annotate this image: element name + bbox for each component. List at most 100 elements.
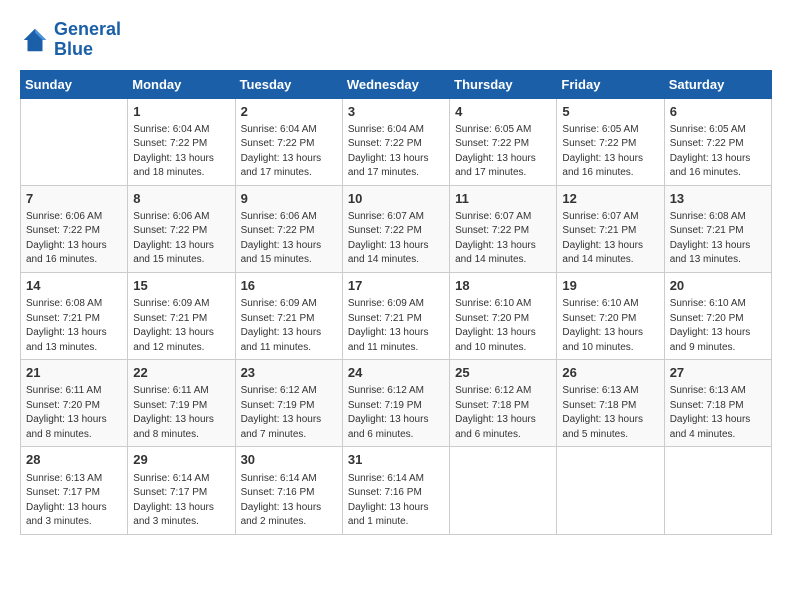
sunset-text: Sunset: 7:22 PM [241,224,337,239]
calendar-cell: 21 Sunrise: 6:11 AMSunset: 7:20 PMDayligh… [21,360,128,447]
cell-content: Sunrise: 6:09 AMSunset: 7:21 PMDaylight:… [133,297,229,355]
cell-content: Sunrise: 6:13 AMSunset: 7:18 PMDaylight:… [670,384,766,442]
sunrise-text: Sunrise: 6:06 AM [241,210,337,225]
cell-content: Sunrise: 6:10 AMSunset: 7:20 PMDaylight:… [670,297,766,355]
day-number: 21 [26,364,122,382]
day-number: 7 [26,190,122,208]
cell-content: Sunrise: 6:09 AMSunset: 7:21 PMDaylight:… [241,297,337,355]
sunrise-text: Sunrise: 6:12 AM [241,384,337,399]
daylight-text: Daylight: 13 hours and 17 minutes. [241,152,337,181]
sunset-text: Sunset: 7:19 PM [133,399,229,414]
sunrise-text: Sunrise: 6:10 AM [670,297,766,312]
day-number: 26 [562,364,658,382]
logo-text: General Blue [54,20,121,60]
cell-content: Sunrise: 6:12 AMSunset: 7:19 PMDaylight:… [241,384,337,442]
cell-content: Sunrise: 6:07 AMSunset: 7:22 PMDaylight:… [348,210,444,268]
sunrise-text: Sunrise: 6:13 AM [562,384,658,399]
sunrise-text: Sunrise: 6:06 AM [133,210,229,225]
sunset-text: Sunset: 7:17 PM [26,486,122,501]
daylight-text: Daylight: 13 hours and 3 minutes. [26,501,122,530]
day-number: 4 [455,103,551,121]
day-number: 14 [26,277,122,295]
cell-content: Sunrise: 6:06 AMSunset: 7:22 PMDaylight:… [26,210,122,268]
sunrise-text: Sunrise: 6:05 AM [670,123,766,138]
daylight-text: Daylight: 13 hours and 16 minutes. [562,152,658,181]
sunset-text: Sunset: 7:22 PM [455,137,551,152]
calendar-cell: 12Sunrise: 6:07 AMSunset: 7:21 PMDayligh… [557,185,664,272]
sunrise-text: Sunrise: 6:08 AM [670,210,766,225]
cell-content: Sunrise: 6:04 AMSunset: 7:22 PMDaylight:… [348,123,444,181]
calendar-cell: 1 Sunrise: 6:04 AMSunset: 7:22 PMDaylight… [128,98,235,185]
sunset-text: Sunset: 7:22 PM [455,224,551,239]
calendar-cell: 7 Sunrise: 6:06 AMSunset: 7:22 PMDaylight… [21,185,128,272]
cell-content: Sunrise: 6:05 AMSunset: 7:22 PMDaylight:… [670,123,766,181]
sunset-text: Sunset: 7:21 PM [26,312,122,327]
sunrise-text: Sunrise: 6:14 AM [348,472,444,487]
sunrise-text: Sunrise: 6:04 AM [348,123,444,138]
calendar-cell: 13Sunrise: 6:08 AMSunset: 7:21 PMDayligh… [664,185,771,272]
cell-content: Sunrise: 6:04 AMSunset: 7:22 PMDaylight:… [133,123,229,181]
column-header-monday: Monday [128,70,235,98]
day-number: 28 [26,451,122,469]
sunset-text: Sunset: 7:19 PM [241,399,337,414]
sunrise-text: Sunrise: 6:11 AM [26,384,122,399]
daylight-text: Daylight: 13 hours and 2 minutes. [241,501,337,530]
daylight-text: Daylight: 13 hours and 15 minutes. [133,239,229,268]
cell-content: Sunrise: 6:05 AMSunset: 7:22 PMDaylight:… [455,123,551,181]
daylight-text: Daylight: 13 hours and 8 minutes. [26,413,122,442]
day-number: 31 [348,451,444,469]
cell-content: Sunrise: 6:11 AMSunset: 7:19 PMDaylight:… [133,384,229,442]
calendar-cell: 25Sunrise: 6:12 AMSunset: 7:18 PMDayligh… [450,360,557,447]
sunrise-text: Sunrise: 6:04 AM [241,123,337,138]
column-header-wednesday: Wednesday [342,70,449,98]
sunrise-text: Sunrise: 6:10 AM [455,297,551,312]
daylight-text: Daylight: 13 hours and 10 minutes. [455,326,551,355]
cell-content: Sunrise: 6:14 AMSunset: 7:17 PMDaylight:… [133,472,229,530]
calendar-cell: 26 Sunrise: 6:13 AMSunset: 7:18 PMDayligh… [557,360,664,447]
daylight-text: Daylight: 13 hours and 10 minutes. [562,326,658,355]
day-number: 1 [133,103,229,121]
sunset-text: Sunset: 7:21 PM [562,224,658,239]
daylight-text: Daylight: 13 hours and 7 minutes. [241,413,337,442]
day-number: 22 [133,364,229,382]
daylight-text: Daylight: 13 hours and 15 minutes. [241,239,337,268]
calendar-cell: 11Sunrise: 6:07 AMSunset: 7:22 PMDayligh… [450,185,557,272]
day-number: 17 [348,277,444,295]
column-header-saturday: Saturday [664,70,771,98]
column-header-sunday: Sunday [21,70,128,98]
sunrise-text: Sunrise: 6:14 AM [133,472,229,487]
calendar-cell: 14Sunrise: 6:08 AMSunset: 7:21 PMDayligh… [21,272,128,359]
calendar-cell: 23 Sunrise: 6:12 AMSunset: 7:19 PMDayligh… [235,360,342,447]
day-number: 29 [133,451,229,469]
day-number: 18 [455,277,551,295]
sunrise-text: Sunrise: 6:07 AM [562,210,658,225]
cell-content: Sunrise: 6:13 AMSunset: 7:17 PMDaylight:… [26,472,122,530]
calendar-cell [557,447,664,534]
cell-content: Sunrise: 6:13 AMSunset: 7:18 PMDaylight:… [562,384,658,442]
calendar-cell: 19Sunrise: 6:10 AMSunset: 7:20 PMDayligh… [557,272,664,359]
logo-icon [20,25,50,55]
calendar-cell: 6 Sunrise: 6:05 AMSunset: 7:22 PMDaylight… [664,98,771,185]
sunrise-text: Sunrise: 6:10 AM [562,297,658,312]
sunset-text: Sunset: 7:21 PM [241,312,337,327]
sunset-text: Sunset: 7:16 PM [348,486,444,501]
sunset-text: Sunset: 7:22 PM [670,137,766,152]
day-number: 16 [241,277,337,295]
calendar-cell: 20Sunrise: 6:10 AMSunset: 7:20 PMDayligh… [664,272,771,359]
day-number: 23 [241,364,337,382]
day-number: 6 [670,103,766,121]
cell-content: Sunrise: 6:14 AMSunset: 7:16 PMDaylight:… [241,472,337,530]
cell-content: Sunrise: 6:14 AMSunset: 7:16 PMDaylight:… [348,472,444,530]
sunset-text: Sunset: 7:20 PM [26,399,122,414]
calendar-cell: 29 Sunrise: 6:14 AMSunset: 7:17 PMDayligh… [128,447,235,534]
cell-content: Sunrise: 6:12 AMSunset: 7:18 PMDaylight:… [455,384,551,442]
calendar-cell [21,98,128,185]
daylight-text: Daylight: 13 hours and 17 minutes. [455,152,551,181]
sunrise-text: Sunrise: 6:13 AM [26,472,122,487]
calendar-week-4: 21Sunrise: 6:11 AMSunset: 7:20 PMDayligh… [21,360,772,447]
cell-content: Sunrise: 6:09 AMSunset: 7:21 PMDaylight:… [348,297,444,355]
sunrise-text: Sunrise: 6:09 AM [133,297,229,312]
sunset-text: Sunset: 7:19 PM [348,399,444,414]
daylight-text: Daylight: 13 hours and 5 minutes. [562,413,658,442]
cell-content: Sunrise: 6:06 AMSunset: 7:22 PMDaylight:… [133,210,229,268]
